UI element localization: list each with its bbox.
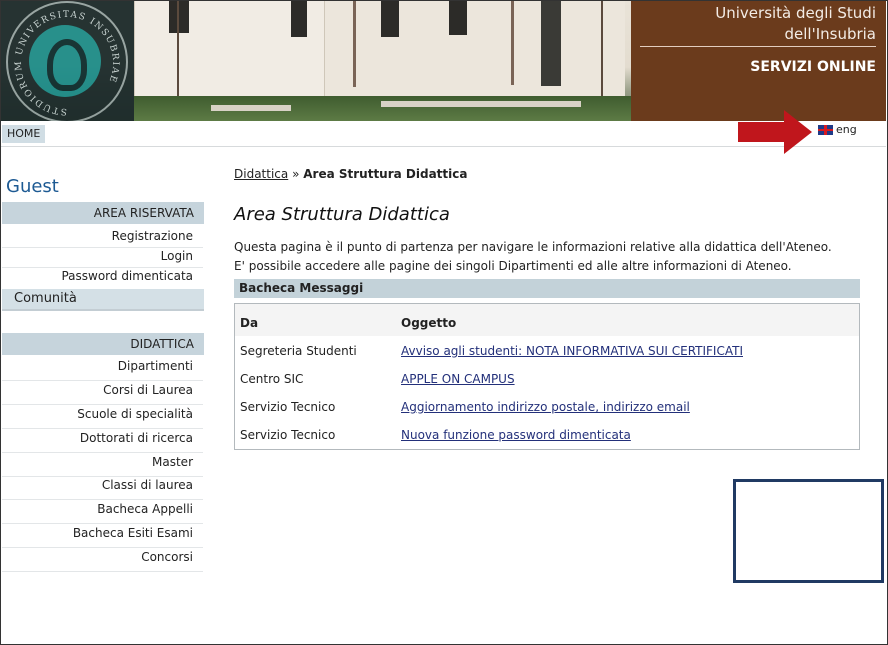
tree-trunk <box>601 1 603 101</box>
window <box>449 1 467 35</box>
sidebar-item-classi-di-laurea[interactable]: Classi di laurea <box>2 478 203 500</box>
message-from: Segreteria Studenti <box>240 344 357 358</box>
breadcrumb-link-didattica[interactable]: Didattica <box>234 167 288 181</box>
sidebar-item-scuole-di-specialita[interactable]: Scuole di specialità <box>2 407 203 429</box>
column-header-da: Da <box>240 316 259 330</box>
area-riservata-heading: AREA RISERVATA <box>2 202 204 224</box>
page-title: Area Struttura Didattica <box>234 204 450 225</box>
sidebar-item-corsi-di-laurea[interactable]: Corsi di Laurea <box>2 383 203 405</box>
university-name-line1: Università degli Studi <box>715 4 876 22</box>
bench <box>381 101 581 107</box>
didattica-heading: DIDATTICA <box>2 333 204 355</box>
uk-flag-icon[interactable] <box>818 125 833 135</box>
sidebar-item-login[interactable]: Login <box>2 249 203 268</box>
message-subject-link[interactable]: Aggiornamento indirizzo postale, indiriz… <box>401 400 690 414</box>
window <box>381 1 399 37</box>
university-name-line2: dell'Insubria <box>784 25 876 43</box>
sidebar-item-comunita[interactable]: Comunità <box>2 289 204 311</box>
sidebar-item-password-dimenticata[interactable]: Password dimenticata <box>2 269 203 288</box>
column-header-oggetto: Oggetto <box>401 316 457 330</box>
window <box>169 1 189 33</box>
message-board-heading: Bacheca Messaggi <box>234 279 860 298</box>
sidebar-item-registrazione[interactable]: Registrazione <box>2 229 203 248</box>
breadcrumb-current: Area Struttura Didattica <box>303 167 468 181</box>
drainpipe <box>511 1 514 85</box>
seal-text: STUDIORUM UNIVERSITAS INSUBRIAE <box>14 10 119 116</box>
door <box>541 1 561 86</box>
annotation-box <box>733 479 884 583</box>
sidebar-item-bacheca-esiti-esami[interactable]: Bacheca Esiti Esami <box>2 526 203 548</box>
sidebar-item-concorsi[interactable]: Concorsi <box>2 550 203 572</box>
logo-panel: STUDIORUM UNIVERSITAS INSUBRIAE <box>1 1 134 121</box>
user-greeting: Guest <box>6 176 59 197</box>
sidebar-item-bacheca-appelli[interactable]: Bacheca Appelli <box>2 502 203 524</box>
intro-text: Questa pagina è il punto di partenza per… <box>234 240 832 273</box>
message-subject-link[interactable]: APPLE ON CAMPUS <box>401 372 515 386</box>
message-from: Servizio Tecnico <box>240 428 336 442</box>
message-board-table: Da Oggetto Segreteria Studenti Avviso ag… <box>234 303 860 450</box>
home-link[interactable]: HOME <box>2 125 46 143</box>
message-subject-link[interactable]: Avviso agli studenti: NOTA INFORMATIVA S… <box>401 344 743 358</box>
header-banner: STUDIORUM UNIVERSITAS INSUBRIAE Universi… <box>1 1 886 121</box>
sidebar-item-dipartimenti[interactable]: Dipartimenti <box>2 359 203 381</box>
brand-panel: Università degli Studi dell'Insubria SER… <box>631 1 886 121</box>
breadcrumb-separator: » <box>292 167 300 181</box>
breadcrumb: Didattica » Area Struttura Didattica <box>234 167 467 181</box>
bench <box>211 105 291 111</box>
brand-divider <box>640 46 876 47</box>
window <box>291 1 307 37</box>
sidebar-item-dottorati-di-ricerca[interactable]: Dottorati di ricerca <box>2 431 203 453</box>
message-subject-link[interactable]: Nuova funzione password dimenticata <box>401 428 631 442</box>
seal-text-ring: STUDIORUM UNIVERSITAS INSUBRIAE <box>14 10 120 116</box>
red-arrow-icon <box>738 110 812 154</box>
message-from: Servizio Tecnico <box>240 400 336 414</box>
drainpipe <box>353 1 356 87</box>
building-center <box>324 1 625 96</box>
svg-text:STUDIORUM UNIVERSITAS INSUBRIA: STUDIORUM UNIVERSITAS INSUBRIAE <box>14 10 120 116</box>
language-switch-link[interactable]: eng <box>836 123 857 136</box>
sidebar-item-master[interactable]: Master <box>2 455 203 477</box>
services-label: SERVIZI ONLINE <box>750 59 876 75</box>
table-header-row <box>235 304 859 336</box>
message-from: Centro SIC <box>240 372 304 386</box>
